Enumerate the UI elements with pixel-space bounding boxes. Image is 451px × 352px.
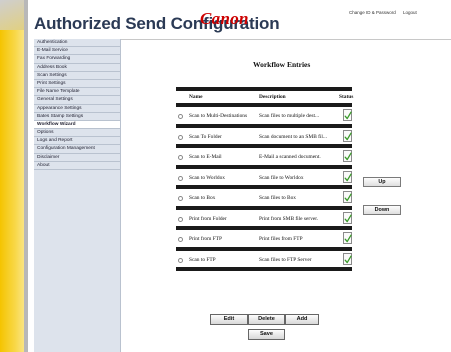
workflow-description: Scan files to FTP Server [259, 256, 312, 263]
edit-button[interactable]: Edit [210, 314, 248, 325]
workflow-name: Scan to FTP [189, 256, 216, 263]
table-row[interactable]: Print from FTP Print files from FTP [176, 230, 352, 251]
workflow-name: Scan to Worldox [189, 174, 225, 181]
sidebar-item-scan-settings[interactable]: Scan Settings [34, 71, 120, 80]
row-select-radio[interactable] [178, 114, 183, 119]
change-password-link[interactable]: Change ID & Password [349, 10, 396, 15]
column-header-status: Status [339, 94, 354, 100]
table-row[interactable]: Scan to Worldox Scan file to Worldox [176, 169, 352, 189]
table-row[interactable]: Print from Folder Print from SMB file ser… [176, 210, 352, 230]
sidebar-item-configuration-management[interactable]: Configuration Management [34, 145, 120, 154]
sidebar-item-options[interactable]: Options [34, 129, 120, 138]
workflow-name: Scan to E-Mail [189, 154, 222, 160]
sidebar-item-file-name-template[interactable]: File Name Template [34, 88, 120, 97]
sidebar-item-bates-stamp-settings[interactable]: Bates Stamp Settings [34, 112, 120, 121]
table-header: Name Description Status [176, 91, 354, 103]
workflow-name: Scan to Multi-Destinations [189, 113, 248, 119]
checkmark-document-icon [343, 211, 352, 224]
add-button[interactable]: Add [285, 314, 319, 325]
top-links: Change ID & Password Logout [349, 10, 423, 15]
row-select-radio[interactable] [178, 196, 183, 201]
table-body: Scan to Multi-Destinations Scan files to … [176, 107, 352, 271]
sidebar-item-logs-and-report[interactable]: Logs and Report [34, 137, 120, 146]
row-select-radio[interactable] [178, 155, 183, 160]
sidebar-item-authentication[interactable]: Authentication [34, 39, 120, 48]
main-panel: Workflow Entries Name Description Status… [121, 39, 451, 352]
sidebar-item-disclaimer[interactable]: Disclaimer [34, 153, 120, 162]
sidebar-item-general-settings[interactable]: General Settings [34, 96, 120, 105]
table-row[interactable]: Scan to Multi-Destinations Scan files to … [176, 107, 352, 128]
save-button[interactable]: Save [248, 329, 285, 340]
checkmark-document-icon [343, 109, 352, 121]
up-button[interactable]: Up [363, 177, 401, 187]
checkmark-document-icon [343, 170, 352, 183]
workflow-description: Scan file to Worldox [259, 174, 304, 181]
sidebar-item-address-book[interactable]: Address Book [34, 63, 120, 72]
workflow-description: Scan files to multiple dest... [259, 113, 320, 119]
sidebar-item-e-mail-service[interactable]: E-Mail Service [34, 47, 120, 56]
checkmark-document-icon [343, 252, 352, 265]
table-row[interactable]: Scan To Folder Scan document to an SMB fi… [176, 128, 352, 148]
sidebar-item-appearance-settings[interactable]: Appearance Settings [34, 104, 120, 113]
checkmark-document-icon [343, 191, 352, 203]
checkmark-document-icon [343, 232, 352, 244]
column-header-description: Description [259, 94, 286, 100]
row-select-radio[interactable] [178, 237, 183, 242]
canon-logo: Canon [200, 9, 249, 28]
workflow-description: E-Mail a scanned document. [259, 154, 321, 160]
sidebar-item-about[interactable]: About [34, 161, 120, 170]
workflow-description: Scan files to Box [259, 195, 296, 201]
row-select-radio[interactable] [178, 257, 183, 263]
row-select-radio[interactable] [178, 175, 183, 181]
checkmark-document-icon [343, 150, 352, 162]
row-select-radio[interactable] [178, 216, 183, 222]
sidebar: Authentication E-Mail Service Fax Forwardi… [34, 39, 121, 352]
sidebar-item-fax-forwarding[interactable]: Fax Forwarding [34, 55, 120, 64]
workflow-name: Print from FTP [189, 236, 222, 242]
workflow-name: Scan To Folder [189, 133, 222, 140]
workflow-description: Scan document to an SMB fil... [259, 133, 327, 140]
workflow-table: Name Description Status Scan to Multi-De… [176, 87, 354, 271]
background-decoration-yellow [0, 30, 26, 352]
sidebar-item-workflow-wizard[interactable]: Workflow Wizard [34, 120, 120, 130]
logout-link[interactable]: Logout [403, 10, 417, 15]
sidebar-item-print-settings[interactable]: Print Settings [34, 79, 120, 89]
column-header-name: Name [189, 94, 203, 100]
workflow-name: Print from Folder [189, 215, 227, 222]
workflow-description: Print files from FTP [259, 236, 303, 242]
checkmark-document-icon [343, 129, 352, 142]
row-select-radio[interactable] [178, 134, 183, 140]
delete-button[interactable]: Delete [248, 314, 285, 325]
table-row[interactable]: Scan to E-Mail E-Mail a scanned document. [176, 148, 352, 169]
workflow-name: Scan to Box [189, 195, 216, 201]
workflow-entries-title: Workflow Entries [253, 60, 311, 69]
table-row[interactable]: Scan to Box Scan files to Box [176, 189, 352, 210]
down-button[interactable]: Down [363, 205, 401, 215]
window-edge [24, 0, 28, 352]
table-row[interactable]: Scan to FTP Scan files to FTP Server [176, 251, 352, 271]
workflow-description: Print from SMB file server. [259, 215, 319, 222]
